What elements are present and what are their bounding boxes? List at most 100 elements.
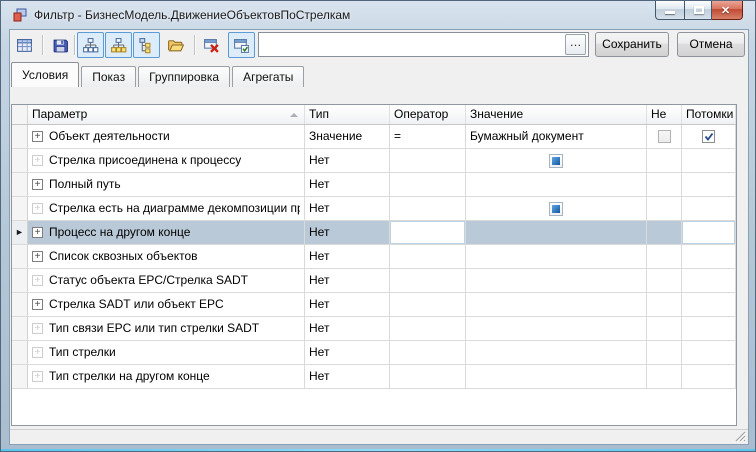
value-cell[interactable] — [466, 245, 647, 268]
minimize-button[interactable] — [655, 1, 684, 20]
row-selector[interactable] — [12, 149, 28, 172]
column-header-2[interactable]: Оператор — [390, 105, 466, 124]
descendants-cell[interactable] — [682, 125, 736, 148]
save-button[interactable]: Сохранить — [595, 32, 669, 57]
operator-cell[interactable] — [390, 221, 466, 244]
not-cell[interactable] — [647, 173, 682, 196]
tab-aggregates[interactable]: Агрегаты — [232, 66, 304, 87]
expand-icon[interactable]: + — [32, 299, 43, 310]
operator-cell[interactable] — [390, 197, 466, 220]
not-cell[interactable] — [647, 149, 682, 172]
table-row[interactable]: +Объект деятельностиЗначение=Бумажный до… — [12, 125, 736, 149]
type-cell[interactable]: Нет — [305, 269, 390, 292]
expand-icon[interactable]: + — [32, 131, 43, 142]
clear-filter-button[interactable] — [198, 32, 225, 58]
tree-white-button[interactable] — [77, 32, 104, 58]
param-cell[interactable]: +Процесс на другом конце — [28, 221, 305, 244]
row-selector[interactable] — [12, 341, 28, 364]
title-bar[interactable]: Фильтр - БизнесМодель.ДвижениеОбъектовПо… — [1, 1, 755, 29]
param-cell[interactable]: +Тип связи EPC или тип стрелки SADT — [28, 317, 305, 340]
not-cell[interactable] — [647, 365, 682, 388]
table-row[interactable]: +Тип стрелкиНет — [12, 341, 736, 365]
not-cell[interactable] — [647, 125, 682, 148]
table-row[interactable]: +Список сквозных объектовНет — [12, 245, 736, 269]
column-header-5[interactable]: Потомки — [682, 105, 736, 124]
operator-cell[interactable] — [390, 293, 466, 316]
type-cell[interactable]: Значение — [305, 125, 390, 148]
resize-grip-icon[interactable] — [734, 430, 746, 442]
type-cell[interactable]: Нет — [305, 197, 390, 220]
column-header-3[interactable]: Значение — [466, 105, 647, 124]
descendants-cell[interactable] — [682, 221, 736, 244]
not-cell[interactable] — [647, 221, 682, 244]
param-cell[interactable]: +Тип стрелки — [28, 341, 305, 364]
descendants-cell[interactable] — [682, 245, 736, 268]
row-selector[interactable] — [12, 269, 28, 292]
apply-filter-button[interactable] — [228, 32, 255, 58]
table-row[interactable]: +Стрелка SADT или объект EPCНет — [12, 293, 736, 317]
value-cell[interactable] — [466, 221, 647, 244]
value-cell[interactable] — [466, 269, 647, 292]
value-cell[interactable] — [466, 149, 647, 172]
save-filter-button[interactable] — [47, 32, 74, 58]
type-cell[interactable]: Нет — [305, 221, 390, 244]
tab-grouping[interactable]: Группировка — [138, 66, 230, 87]
operator-cell[interactable] — [390, 149, 466, 172]
type-cell[interactable]: Нет — [305, 341, 390, 364]
row-selector[interactable]: ► — [12, 221, 28, 244]
not-checkbox[interactable] — [658, 130, 671, 143]
not-cell[interactable] — [647, 341, 682, 364]
type-cell[interactable]: Нет — [305, 245, 390, 268]
table-row[interactable]: +Стрелка присоединена к процессуНет — [12, 149, 736, 173]
value-cell[interactable]: Бумажный документ — [466, 125, 647, 148]
tab-conditions[interactable]: Условия — [11, 62, 79, 87]
table-row[interactable]: +Тип стрелки на другом концеНет — [12, 365, 736, 389]
param-cell[interactable]: +Список сквозных объектов — [28, 245, 305, 268]
row-selector[interactable] — [12, 365, 28, 388]
indeterminate-checkbox[interactable] — [549, 202, 563, 216]
indeterminate-checkbox[interactable] — [549, 154, 563, 168]
param-cell[interactable]: +Тип стрелки на другом конце — [28, 365, 305, 388]
not-cell[interactable] — [647, 293, 682, 316]
operator-cell[interactable] — [390, 269, 466, 292]
filter-name-input[interactable] — [258, 32, 589, 57]
descendants-checkbox[interactable] — [702, 130, 715, 143]
maximize-button[interactable] — [684, 1, 712, 20]
open-folder-button[interactable] — [162, 32, 189, 58]
tree-yellow-button[interactable] — [105, 32, 132, 58]
table-row[interactable]: +Тип связи EPC или тип стрелки SADTНет — [12, 317, 736, 341]
descendants-cell[interactable] — [682, 269, 736, 292]
table-row[interactable]: ►+Процесс на другом концеНет — [12, 221, 736, 245]
descendants-cell[interactable] — [682, 197, 736, 220]
param-cell[interactable]: +Стрелка SADT или объект EPC — [28, 293, 305, 316]
row-selector[interactable] — [12, 317, 28, 340]
value-cell[interactable] — [466, 317, 647, 340]
grid-view-button[interactable] — [11, 32, 38, 58]
browse-button[interactable]: … — [565, 34, 586, 55]
row-selector[interactable] — [12, 125, 28, 148]
value-cell[interactable] — [466, 365, 647, 388]
type-cell[interactable]: Нет — [305, 317, 390, 340]
row-selector[interactable] — [12, 293, 28, 316]
table-row[interactable]: +Статус объекта EPC/Стрелка SADTНет — [12, 269, 736, 293]
param-cell[interactable]: +Стрелка присоединена к процессу — [28, 149, 305, 172]
param-cell[interactable]: +Полный путь — [28, 173, 305, 196]
type-cell[interactable]: Нет — [305, 365, 390, 388]
expand-icon[interactable]: + — [32, 227, 43, 238]
descendants-cell[interactable] — [682, 149, 736, 172]
operator-cell[interactable] — [390, 245, 466, 268]
column-header-1[interactable]: Тип — [305, 105, 390, 124]
column-header-0[interactable]: Параметр — [28, 105, 305, 124]
param-cell[interactable]: +Объект деятельности — [28, 125, 305, 148]
table-row[interactable]: +Полный путьНет — [12, 173, 736, 197]
param-cell[interactable]: +Статус объекта EPC/Стрелка SADT — [28, 269, 305, 292]
value-cell[interactable] — [466, 197, 647, 220]
descendants-cell[interactable] — [682, 173, 736, 196]
not-cell[interactable] — [647, 317, 682, 340]
type-cell[interactable]: Нет — [305, 149, 390, 172]
value-cell[interactable] — [466, 293, 647, 316]
not-cell[interactable] — [647, 245, 682, 268]
operator-cell[interactable] — [390, 173, 466, 196]
column-header-4[interactable]: Не — [647, 105, 682, 124]
row-selector[interactable] — [12, 245, 28, 268]
